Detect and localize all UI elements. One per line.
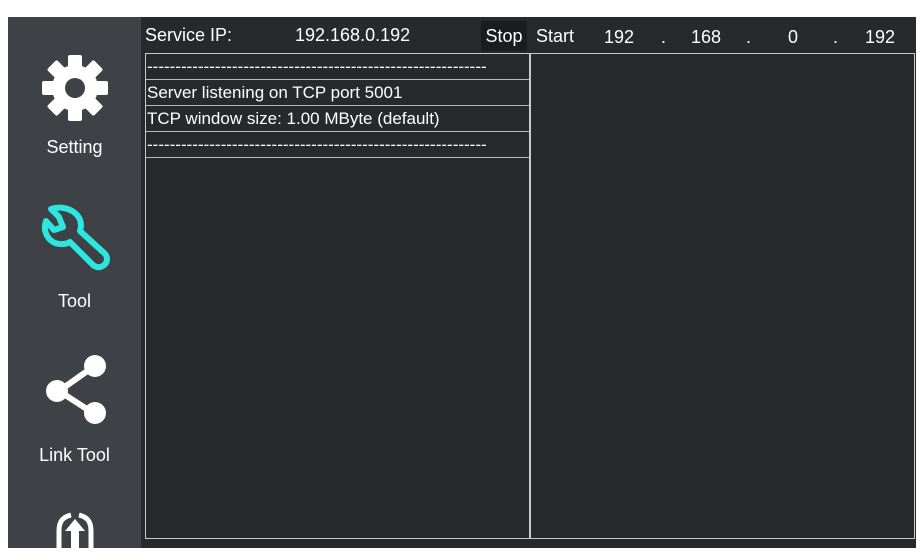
ip-separator: . [746,27,752,47]
stop-button[interactable]: Stop [481,21,527,51]
top-bar: Service IP: 192.168.0.192 Stop Start 192… [141,17,916,53]
wrench-icon [8,201,141,282]
sidebar-item-link-tool[interactable]: Link Tool [8,321,141,475]
upload-icon [8,507,141,553]
start-button[interactable]: Start [531,21,579,51]
ip-octet-4-input[interactable]: 192 [857,22,903,52]
sidebar-item-label: Tool [57,291,92,311]
ip-octet-1-input[interactable]: 192 [597,22,641,52]
sidebar-item-label: Link Tool [39,445,110,465]
log-line: ----------------------------------------… [146,54,529,80]
service-ip-value: 192.168.0.192 [295,25,411,45]
client-log-panel[interactable] [530,53,915,539]
sidebar-item-upload[interactable] [8,473,141,548]
gear-icon [8,53,141,128]
sidebar-item-label: Setting [46,137,103,157]
ip-separator: . [833,27,839,47]
log-line: Server listening on TCP port 5001 [146,80,529,106]
sidebar-item-setting[interactable]: Setting [8,17,141,171]
service-ip-label: Service IP: [145,25,233,45]
log-line: ----------------------------------------… [146,132,529,158]
ip-octet-3-input[interactable]: 0 [775,22,811,52]
ip-separator: . [661,27,667,47]
sidebar-item-tool[interactable]: Tool [8,169,141,323]
log-line: TCP window size: 1.00 MByte (default) [146,106,529,132]
sidebar: Setting Tool Link Tool [8,17,141,548]
share-icon [8,351,141,432]
ip-octet-2-input[interactable]: 168 [683,22,729,52]
server-log-panel[interactable]: ----------------------------------------… [145,53,530,539]
